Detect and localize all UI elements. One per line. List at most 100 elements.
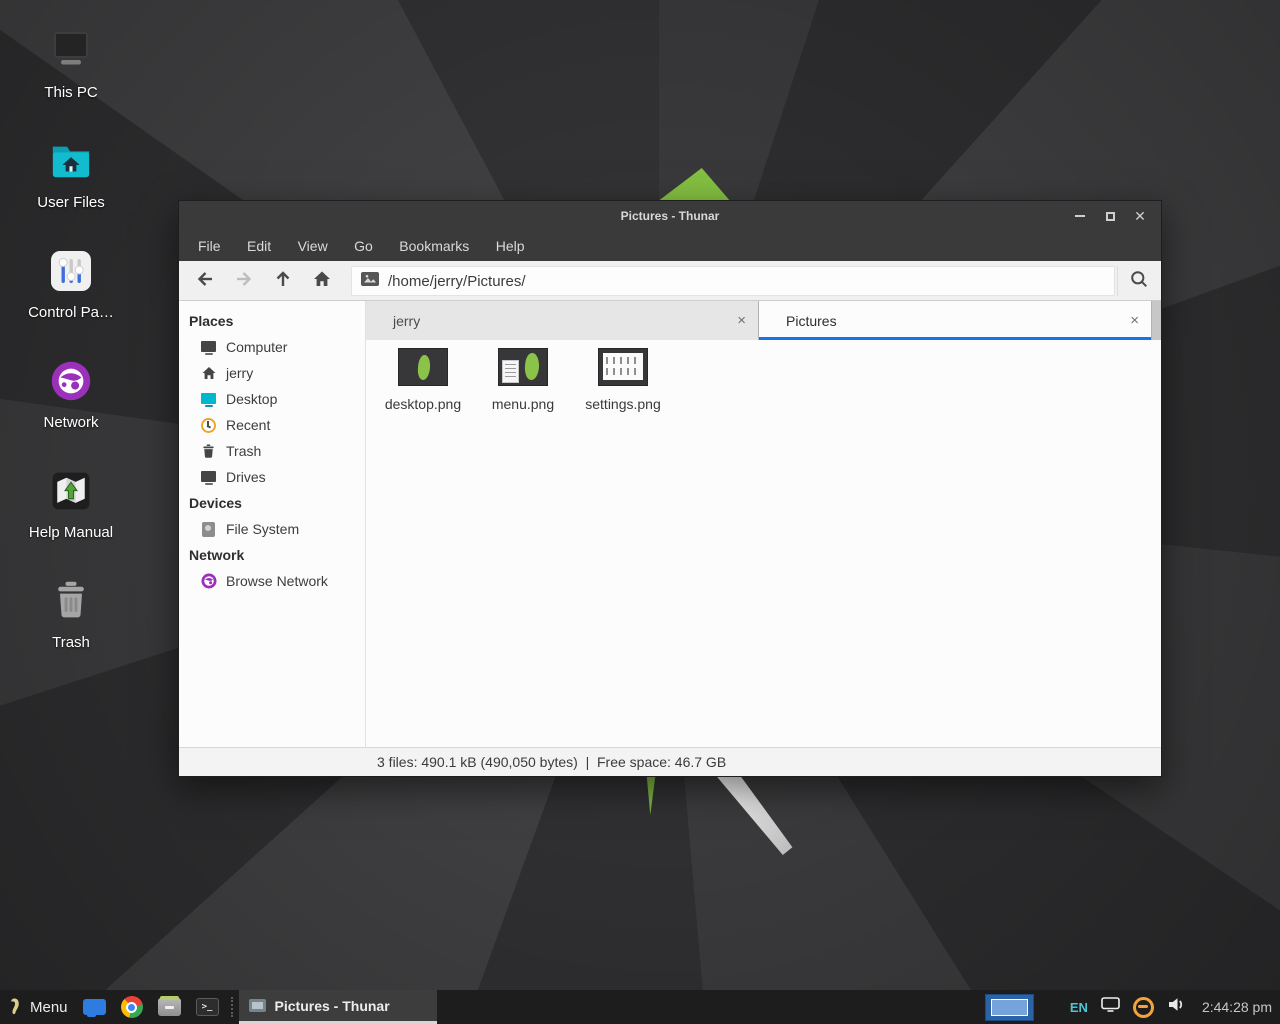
archive-icon xyxy=(158,998,181,1016)
tab-label: jerry xyxy=(393,313,420,329)
forward-icon xyxy=(234,269,254,294)
sidebar-item-recent[interactable]: Recent xyxy=(179,412,365,438)
up-button[interactable] xyxy=(263,266,302,296)
menu-go[interactable]: Go xyxy=(343,231,384,261)
minimize-button[interactable] xyxy=(1065,201,1095,231)
task-button-thunar[interactable]: Pictures - Thunar xyxy=(239,990,437,1024)
menu-png-thumbnail xyxy=(498,348,548,386)
active-workspace[interactable] xyxy=(991,999,1028,1016)
search-icon xyxy=(1129,269,1149,294)
menu-edit[interactable]: Edit xyxy=(236,231,282,261)
image-file-icon xyxy=(361,272,379,291)
chrome-icon xyxy=(121,996,143,1018)
trash-icon xyxy=(200,443,217,460)
sidebar-item-computer[interactable]: Computer xyxy=(179,334,365,360)
drives-icon xyxy=(200,469,217,486)
side-pane: Places Computer jerry Desktop Recent Tra… xyxy=(179,301,366,747)
file-item-desktop-png[interactable]: desktop.png xyxy=(373,348,473,412)
sidebar-item-desktop[interactable]: Desktop xyxy=(179,386,365,412)
up-arrow-icon xyxy=(273,269,293,294)
tab-pictures[interactable]: Pictures × xyxy=(759,301,1152,340)
maximize-button[interactable] xyxy=(1095,201,1125,231)
forward-button[interactable] xyxy=(224,266,263,296)
volume-icon[interactable] xyxy=(1167,996,1186,1018)
chrome-launcher[interactable] xyxy=(121,996,143,1018)
file-item-settings-png[interactable]: settings.png xyxy=(573,348,673,412)
menubar: File Edit View Go Bookmarks Help xyxy=(179,231,1161,261)
menu-view[interactable]: View xyxy=(287,231,339,261)
status-bar: 3 files: 490.1 kB (490,050 bytes) | Free… xyxy=(179,747,1161,776)
taskbar: Menu >_ Pictures - Thunar EN 2:44:28 pm xyxy=(0,990,1280,1024)
home-folder-icon xyxy=(10,136,132,186)
back-icon xyxy=(195,269,215,294)
desktop-monitor-icon xyxy=(200,391,217,408)
window-title: Pictures - Thunar xyxy=(179,209,1161,223)
terminal-icon: >_ xyxy=(196,998,219,1016)
desktop-icon-trash[interactable]: Trash xyxy=(10,576,132,651)
toolbar: /home/jerry/Pictures/ xyxy=(179,261,1161,301)
window-thumbnail-icon xyxy=(249,999,266,1012)
update-manager-icon[interactable] xyxy=(1133,997,1154,1018)
desktop-icon-label: Trash xyxy=(10,634,132,651)
menu-file[interactable]: File xyxy=(187,231,232,261)
mint-menu-icon[interactable] xyxy=(7,997,22,1017)
recent-clock-icon xyxy=(200,417,217,434)
tab-bar: jerry × Pictures × xyxy=(366,301,1161,340)
tab-jerry[interactable]: jerry × xyxy=(366,301,759,340)
tab-label: Pictures xyxy=(786,313,837,329)
archive-launcher[interactable] xyxy=(158,998,181,1016)
sidebar-item-drives[interactable]: Drives xyxy=(179,464,365,490)
close-button[interactable]: ✕ xyxy=(1125,201,1155,231)
desktop-icon-label: User Files xyxy=(10,194,132,211)
tab-close-icon[interactable]: × xyxy=(737,301,746,340)
desktop-icon-label: This PC xyxy=(10,84,132,101)
filesystem-drive-icon xyxy=(200,521,217,538)
desktop-icon-label: Help Manual xyxy=(10,524,132,541)
menu-help[interactable]: Help xyxy=(485,231,536,261)
desktop-icon-label: Control Pa… xyxy=(10,304,132,321)
file-name: settings.png xyxy=(573,396,673,412)
sidebar-item-jerry[interactable]: jerry xyxy=(179,360,365,386)
file-item-menu-png[interactable]: menu.png xyxy=(473,348,573,412)
desktop-icon-label: Network xyxy=(10,414,132,431)
file-list-view[interactable]: desktop.png menu.png settings.png xyxy=(367,340,1161,747)
display-tray-icon[interactable] xyxy=(1101,997,1120,1017)
desktop-icon-user-files[interactable]: User Files xyxy=(10,136,132,211)
network-globe-icon xyxy=(10,356,132,406)
keyboard-layout-indicator[interactable]: EN xyxy=(1070,1000,1088,1015)
terminal-launcher[interactable]: >_ xyxy=(196,998,219,1016)
files-launcher[interactable] xyxy=(83,999,106,1015)
settings-png-thumbnail xyxy=(598,348,648,386)
menu-bookmarks[interactable]: Bookmarks xyxy=(388,231,480,261)
menu-button[interactable]: Menu xyxy=(30,999,68,1016)
status-text: 3 files: 490.1 kB (490,050 bytes) | Free… xyxy=(377,754,726,770)
sidebar-section-places: Places xyxy=(179,308,365,334)
file-name: menu.png xyxy=(473,396,573,412)
desktop-icon-control-panel[interactable]: Control Pa… xyxy=(10,246,132,321)
trash-icon xyxy=(10,576,132,626)
sidebar-item-trash[interactable]: Trash xyxy=(179,438,365,464)
search-button[interactable] xyxy=(1117,266,1159,296)
back-button[interactable] xyxy=(185,266,224,296)
files-icon xyxy=(83,999,106,1015)
sidebar-section-devices: Devices xyxy=(179,490,365,516)
computer-icon xyxy=(200,339,217,356)
desktop-icon-network[interactable]: Network xyxy=(10,356,132,431)
desktop-icon-help-manual[interactable]: Help Manual xyxy=(10,466,132,541)
control-panel-icon xyxy=(10,246,132,296)
path-bar[interactable]: /home/jerry/Pictures/ xyxy=(351,266,1115,296)
help-manual-icon xyxy=(10,466,132,516)
home-button[interactable] xyxy=(302,266,341,296)
window-titlebar[interactable]: Pictures - Thunar xyxy=(179,201,1161,231)
desktop-png-thumbnail xyxy=(398,348,448,386)
sidebar-item-browse-network[interactable]: Browse Network xyxy=(179,568,365,594)
home-icon xyxy=(200,365,217,382)
desktop-icon-this-pc[interactable]: This PC xyxy=(10,26,132,101)
file-name: desktop.png xyxy=(373,396,473,412)
taskbar-separator xyxy=(231,997,235,1017)
sidebar-item-file-system[interactable]: File System xyxy=(179,516,365,542)
workspace-switcher[interactable] xyxy=(985,994,1034,1021)
home-icon xyxy=(312,269,332,294)
tab-close-icon[interactable]: × xyxy=(1130,301,1139,340)
taskbar-clock[interactable]: 2:44:28 pm xyxy=(1202,999,1272,1015)
